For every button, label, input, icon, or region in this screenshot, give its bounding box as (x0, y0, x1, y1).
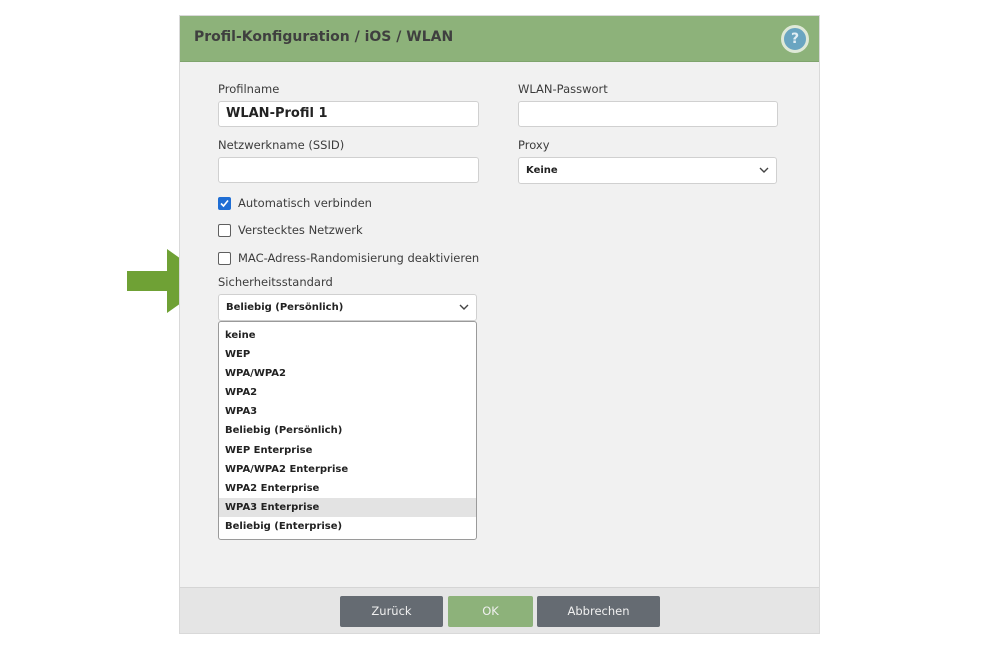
chevron-down-icon (459, 304, 469, 310)
cancel-button[interactable]: Abbrechen (537, 596, 660, 627)
option-wpa2[interactable]: WPA2 (219, 383, 476, 402)
dialog-titlebar: Profil-Konfiguration / iOS / WLAN ? (180, 16, 819, 62)
proxy-selected-value: Keine (526, 165, 558, 176)
profile-config-dialog: Profil-Konfiguration / iOS / WLAN ? Prof… (179, 15, 820, 634)
wifi-password-input[interactable] (518, 101, 778, 127)
dialog-title: Profil-Konfiguration / iOS / WLAN (194, 29, 454, 45)
profile-name-input[interactable]: WLAN-Profil 1 (218, 101, 479, 127)
back-button[interactable]: Zurück (340, 596, 443, 627)
proxy-label: Proxy (518, 138, 550, 152)
option-wep-enterprise[interactable]: WEP Enterprise (219, 441, 476, 460)
option-wpa-wpa2[interactable]: WPA/WPA2 (219, 364, 476, 383)
auto-connect-label: Automatisch verbinden (238, 196, 372, 210)
option-any-enterprise[interactable]: Beliebig (Enterprise) (219, 517, 476, 536)
security-standard-select[interactable]: Beliebig (Persönlich) (218, 294, 477, 321)
wifi-password-label: WLAN-Passwort (518, 82, 608, 96)
ssid-input[interactable] (218, 157, 479, 183)
security-options-list: keine WEP WPA/WPA2 WPA2 WPA3 Beliebig (P… (218, 321, 477, 540)
profile-name-label: Profilname (218, 82, 280, 96)
security-selected-value: Beliebig (Persönlich) (226, 302, 344, 313)
help-icon[interactable]: ? (781, 25, 809, 53)
ssid-label: Netzwerkname (SSID) (218, 138, 345, 152)
checkmark-icon (220, 199, 229, 208)
ok-button[interactable]: OK (448, 596, 533, 627)
chevron-down-icon (759, 167, 769, 173)
option-wep[interactable]: WEP (219, 345, 476, 364)
dialog-footer: Zurück OK Abbrechen (180, 587, 819, 633)
hidden-network-label: Verstecktes Netzwerk (238, 223, 363, 237)
option-wpa3-enterprise[interactable]: WPA3 Enterprise (219, 497, 476, 517)
hidden-network-checkbox[interactable] (218, 224, 231, 237)
option-wpa3[interactable]: WPA3 (219, 402, 476, 421)
option-wpa2-enterprise[interactable]: WPA2 Enterprise (219, 479, 476, 498)
option-keine[interactable]: keine (219, 326, 476, 345)
proxy-select[interactable]: Keine (518, 157, 777, 184)
mac-randomization-checkbox[interactable] (218, 252, 231, 265)
option-any-personal[interactable]: Beliebig (Persönlich) (219, 421, 476, 440)
security-standard-label: Sicherheitsstandard (218, 275, 333, 289)
mac-randomization-label: MAC-Adress-Randomisierung deaktivieren (238, 251, 480, 265)
option-wpa-wpa2-enterprise[interactable]: WPA/WPA2 Enterprise (219, 460, 476, 479)
dialog-body: Profilname WLAN-Profil 1 WLAN-Passwort N… (180, 62, 819, 589)
auto-connect-checkbox[interactable] (218, 197, 231, 210)
